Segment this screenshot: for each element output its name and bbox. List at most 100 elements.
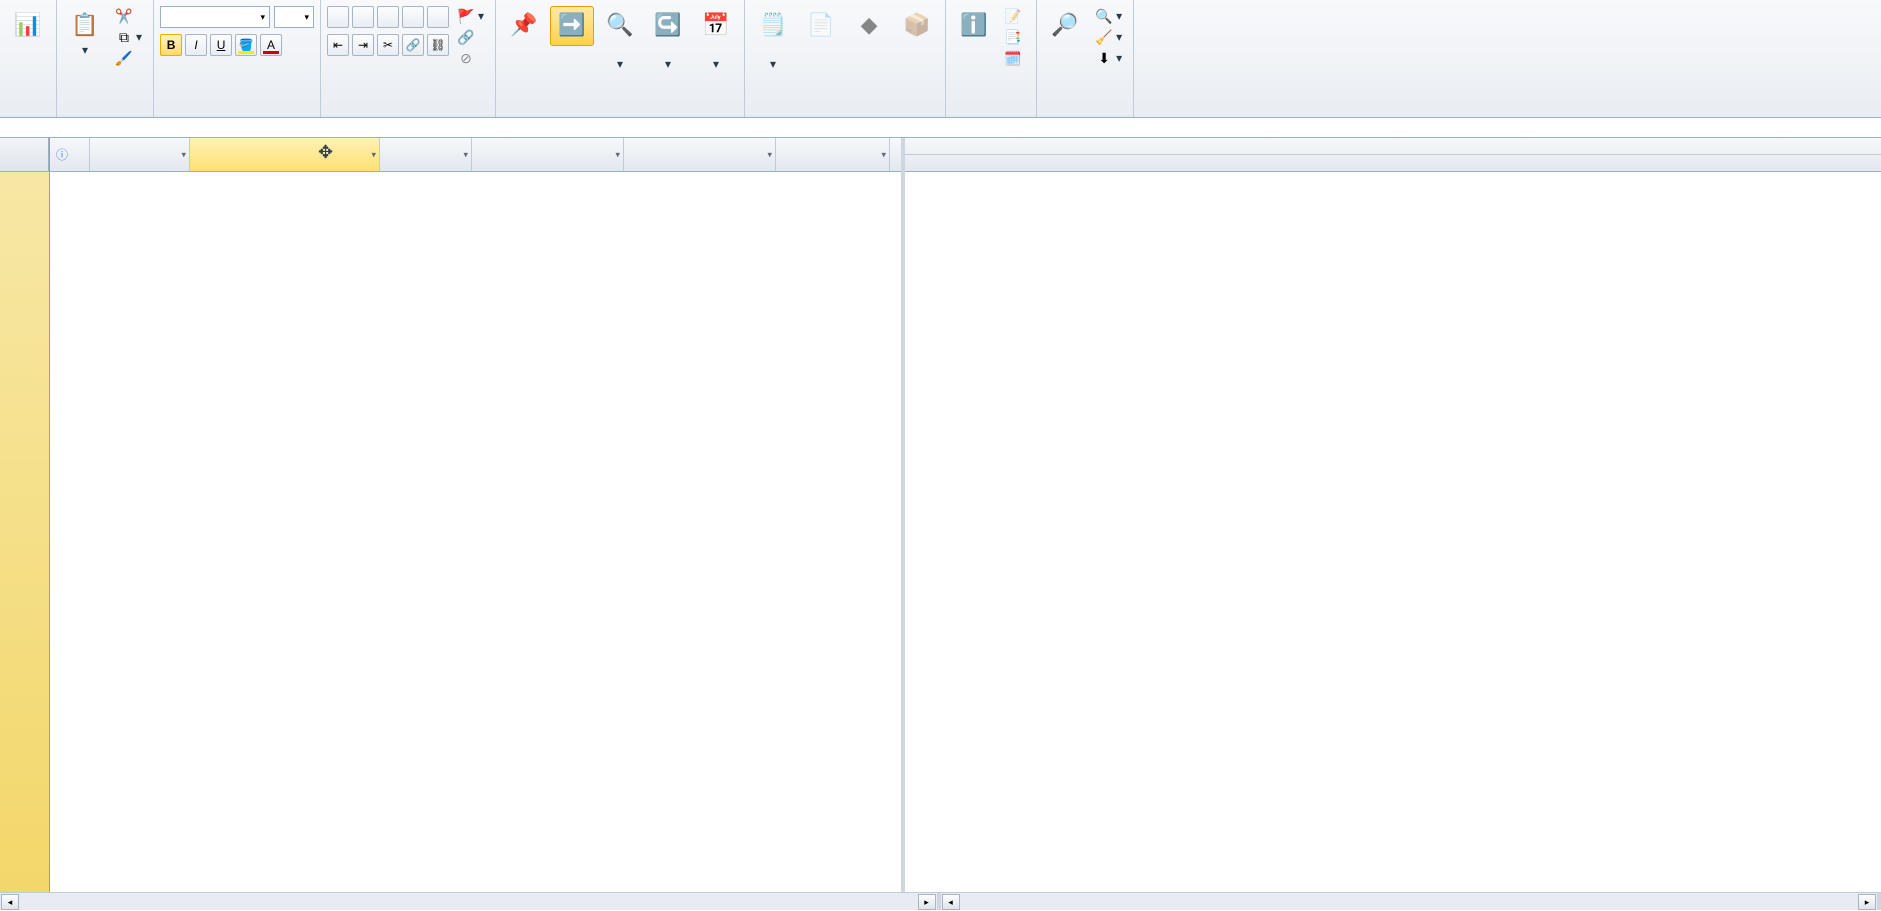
col-name[interactable]: ▾ ✥ [190, 138, 380, 171]
fill-button[interactable]: ⬇ ▾ [1091, 48, 1127, 68]
milestone-icon: ◆ [853, 9, 885, 41]
gantt-icon: 📊 [12, 9, 44, 41]
stop-icon: ⊘ [458, 50, 474, 66]
font-color-button[interactable]: A [260, 34, 282, 56]
clear-button[interactable]: 🧹 ▾ [1091, 27, 1127, 47]
col-finish[interactable]: ▾ [624, 138, 776, 171]
respect-links-button[interactable]: 🔗 [453, 27, 489, 47]
scroll-left-button[interactable]: ◂ [1, 894, 19, 910]
font-name-select[interactable]: ▾ [160, 6, 270, 28]
horizontal-scrollbars: ◂ ▸ ◂ ▸ [0, 892, 1881, 910]
gantt-timescale [905, 138, 1881, 172]
progress-buttons [327, 6, 449, 28]
group-editing-label [1037, 113, 1133, 117]
link-icon: 🔗 [458, 29, 474, 45]
auto-schedule-button[interactable]: ➡️ [550, 6, 594, 46]
scroll-icon: 🔎 [1049, 9, 1081, 41]
progress-75[interactable] [402, 6, 424, 28]
scroll-right-button[interactable]: ▸ [918, 894, 936, 910]
inspect-icon: 🔍 [604, 9, 636, 41]
indent-button[interactable]: ⇥ [352, 34, 374, 56]
timeline-icon: 🗓️ [1005, 50, 1021, 66]
link-button[interactable]: 🔗 [402, 34, 424, 56]
summary-button[interactable]: 📄 [799, 6, 843, 46]
info-icon: ⓘ [56, 146, 68, 163]
find-icon: 🔍 [1096, 8, 1112, 24]
move-cursor-icon: ✥ [318, 142, 333, 163]
col-duration[interactable]: ▾ [380, 138, 472, 171]
row-headers [0, 138, 50, 892]
group-insert-label [745, 113, 945, 117]
fill-color-button[interactable]: 🪣 [235, 34, 257, 56]
cut-button[interactable]: ✂️ [111, 6, 147, 26]
italic-button[interactable]: I [185, 34, 207, 56]
table-header: ⓘ ▾ ▾ ✥ ▾ ▾ ▾ ▾ [50, 138, 901, 172]
insert-task-button[interactable]: 🗒️▾ [751, 6, 795, 74]
milestone-button[interactable]: ◆ [847, 6, 891, 46]
info-icon: ℹ️ [958, 9, 990, 41]
fill-icon: ⬇ [1096, 50, 1112, 66]
progress-0[interactable] [327, 6, 349, 28]
task-table-pane: ⓘ ▾ ▾ ✥ ▾ ▾ ▾ ▾ [0, 138, 905, 892]
copy-button[interactable]: ⧉ ▾ [111, 27, 147, 47]
move-icon: ↪️ [652, 9, 684, 41]
group-schedule-label [321, 113, 495, 117]
mode-button[interactable]: 📅▾ [694, 6, 738, 74]
col-predecessors[interactable]: ▾ [776, 138, 890, 171]
scroll-right-button[interactable]: ▸ [1858, 894, 1876, 910]
font-size-select[interactable]: ▾ [274, 6, 314, 28]
progress-25[interactable] [352, 6, 374, 28]
col-indicator[interactable]: ⓘ [50, 138, 90, 171]
pin-icon: 📌 [508, 9, 540, 41]
notes-button[interactable]: 📝 [1000, 6, 1030, 26]
group-properties-label [946, 113, 1036, 117]
arrow-icon: ➡️ [556, 9, 588, 41]
outdent-button[interactable]: ⇤ [327, 34, 349, 56]
select-all-corner[interactable] [0, 138, 49, 172]
group-view-label [0, 113, 56, 117]
flag-icon: 🚩 [458, 8, 474, 24]
deliverable-icon: 📦 [901, 9, 933, 41]
inspect-button[interactable]: 🔍▾ [598, 6, 642, 74]
gantt-view-button[interactable]: 📊 [6, 6, 50, 46]
col-start[interactable]: ▾ [472, 138, 624, 171]
progress-50[interactable] [377, 6, 399, 28]
manual-schedule-button[interactable]: 📌 [502, 6, 546, 46]
clear-icon: 🧹 [1096, 29, 1112, 45]
bold-button[interactable]: B [160, 34, 182, 56]
notes-icon: 📝 [1005, 8, 1021, 24]
unlink-button[interactable]: ⛓ [427, 34, 449, 56]
move-button[interactable]: ↪️▾ [646, 6, 690, 74]
right-hscroll[interactable]: ◂ ▸ [941, 893, 1881, 910]
progress-100[interactable] [427, 6, 449, 28]
split-button[interactable]: ✂ [377, 34, 399, 56]
group-font-label [154, 113, 320, 117]
mode-icon: 📅 [700, 9, 732, 41]
information-button[interactable]: ℹ️ [952, 6, 996, 46]
ribbon: 📊 📋 ▾ ✂️ ⧉ ▾ 🖌️ ▾ ▾ [0, 0, 1881, 118]
deactivate-button[interactable]: ⊘ [453, 48, 489, 68]
underline-button[interactable]: U [210, 34, 232, 56]
brush-icon: 🖌️ [116, 50, 132, 66]
gantt-pane [905, 138, 1881, 892]
find-button[interactable]: 🔍 ▾ [1091, 6, 1127, 26]
summary-icon: 📄 [805, 9, 837, 41]
scroll-left-button[interactable]: ◂ [942, 894, 960, 910]
col-mode[interactable]: ▾ [90, 138, 190, 171]
deliverable-button[interactable]: 📦 [895, 6, 939, 46]
scroll-to-task-button[interactable]: 🔎 [1043, 6, 1087, 46]
group-clipboard-label [57, 113, 153, 117]
add-timeline-button[interactable]: 🗓️ [1000, 48, 1030, 68]
formula-bar [0, 118, 1881, 138]
group-tasks-label [496, 113, 744, 117]
format-painter-button[interactable]: 🖌️ [111, 48, 147, 68]
details-button[interactable]: 📑 [1000, 27, 1030, 47]
left-hscroll[interactable]: ◂ ▸ [0, 893, 941, 910]
copy-icon: ⧉ [116, 29, 132, 45]
table-body [50, 172, 901, 892]
paste-icon: 📋 [69, 9, 101, 41]
main-split: ⓘ ▾ ▾ ✥ ▾ ▾ ▾ ▾ [0, 138, 1881, 892]
details-icon: 📑 [1005, 29, 1021, 45]
paste-button[interactable]: 📋 ▾ [63, 6, 107, 60]
track-marks-button[interactable]: 🚩 ▾ [453, 6, 489, 26]
